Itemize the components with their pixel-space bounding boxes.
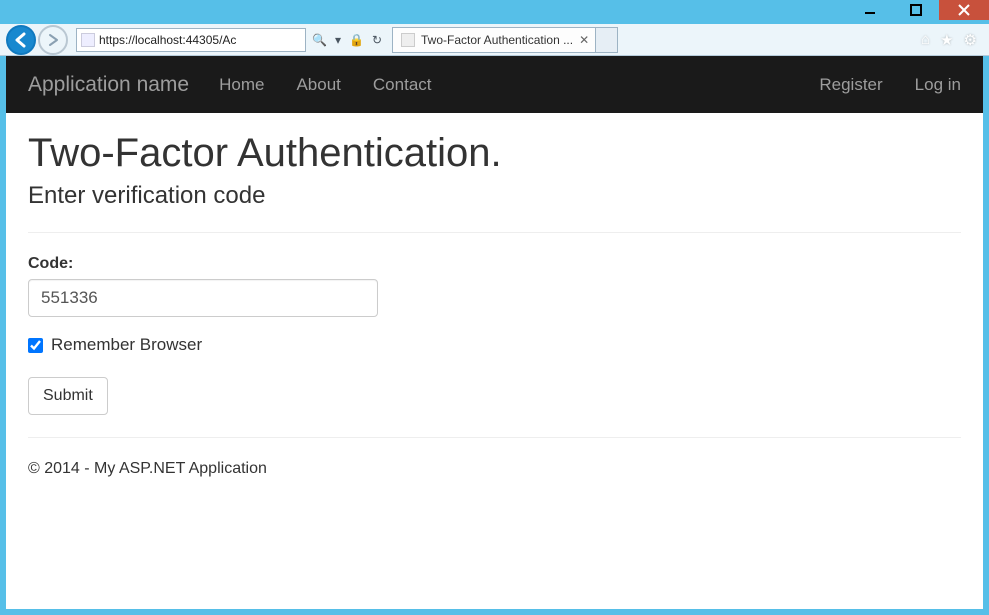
- forward-button[interactable]: [38, 25, 68, 55]
- new-tab-button[interactable]: [596, 27, 618, 53]
- site-navbar: Application name Home About Contact Regi…: [6, 56, 983, 113]
- refresh-icon[interactable]: ↻: [372, 33, 382, 47]
- nav-home[interactable]: Home: [219, 75, 264, 95]
- page-viewport: Application name Home About Contact Regi…: [6, 56, 983, 609]
- divider: [28, 437, 961, 438]
- nav-register[interactable]: Register: [819, 75, 882, 95]
- dropdown-icon[interactable]: ▾: [335, 33, 341, 47]
- browser-tab[interactable]: Two-Factor Authentication ... ✕: [392, 27, 596, 53]
- browser-window: https://localhost:44305/Ac 🔍 ▾ 🔒 ↻ Two-F…: [0, 0, 989, 615]
- browser-right-icons: ⌂ ★ ⚙: [921, 31, 983, 49]
- nav-about[interactable]: About: [296, 75, 340, 95]
- page-favicon-icon: [81, 33, 95, 47]
- address-url: https://localhost:44305/Ac: [99, 33, 236, 47]
- tab-favicon-icon: [401, 33, 415, 47]
- address-bar-buttons: 🔍 ▾ 🔒 ↻: [312, 33, 382, 47]
- close-button[interactable]: [939, 0, 989, 20]
- divider: [28, 232, 961, 233]
- page-subtitle: Enter verification code: [28, 182, 961, 210]
- tab-close-icon[interactable]: ✕: [579, 33, 589, 47]
- brand[interactable]: Application name: [28, 73, 189, 97]
- settings-icon[interactable]: ⚙: [964, 31, 977, 49]
- maximize-button[interactable]: [893, 0, 939, 20]
- remember-browser-row: Remember Browser: [28, 335, 961, 355]
- tab-title: Two-Factor Authentication ...: [421, 33, 573, 47]
- code-label: Code:: [28, 255, 961, 273]
- page-title: Two-Factor Authentication.: [28, 131, 961, 176]
- home-icon[interactable]: ⌂: [921, 31, 930, 49]
- page-container: Two-Factor Authentication. Enter verific…: [6, 113, 983, 496]
- footer-text: © 2014 - My ASP.NET Application: [28, 460, 961, 478]
- remember-browser-checkbox[interactable]: [28, 338, 43, 353]
- favorites-icon[interactable]: ★: [940, 31, 953, 49]
- nav-login[interactable]: Log in: [915, 75, 961, 95]
- address-bar[interactable]: https://localhost:44305/Ac: [76, 28, 306, 52]
- search-icon[interactable]: 🔍: [312, 33, 327, 47]
- back-button[interactable]: [6, 25, 36, 55]
- lock-icon: 🔒: [349, 33, 364, 47]
- window-titlebar: [0, 0, 989, 24]
- remember-browser-label: Remember Browser: [51, 335, 202, 355]
- code-form-group: Code:: [28, 255, 961, 317]
- minimize-button[interactable]: [847, 0, 893, 20]
- submit-button[interactable]: Submit: [28, 377, 108, 415]
- code-input[interactable]: [28, 279, 378, 317]
- browser-toolbar: https://localhost:44305/Ac 🔍 ▾ 🔒 ↻ Two-F…: [0, 24, 989, 56]
- nav-contact[interactable]: Contact: [373, 75, 432, 95]
